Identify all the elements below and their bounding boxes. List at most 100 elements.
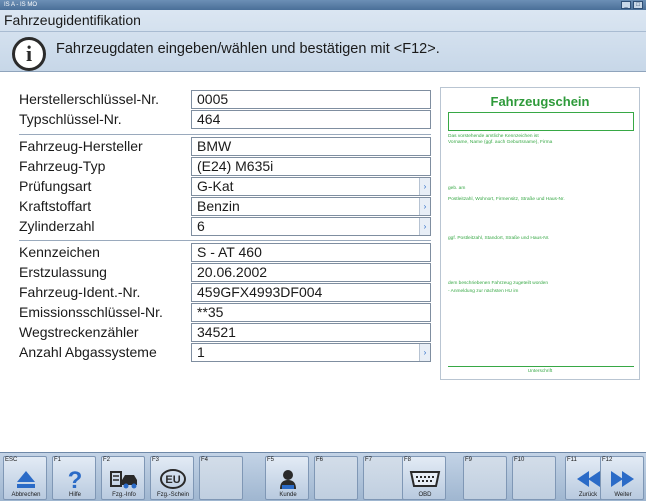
key-name: F6 — [316, 457, 324, 463]
instruction-message: Fahrzeugdaten eingeben/wählen und bestät… — [56, 41, 440, 57]
key-name: F8 — [404, 457, 412, 463]
input-typschlussel-nr[interactable]: 464 — [191, 110, 431, 129]
form-row-erstzulassung: Erstzulassung 20.06.2002 — [0, 263, 431, 283]
fkey-f2-fzg-info[interactable]: F2 Fzg.-Info — [101, 456, 145, 500]
field-label: Emissionsschlüssel-Nr. — [19, 304, 163, 320]
field-label: Typschlüssel-Nr. — [19, 111, 122, 127]
key-name: F2 — [103, 457, 111, 463]
window-title: IS A - IS MO — [4, 2, 38, 8]
signature-label: Unterschrift — [527, 369, 553, 374]
header-divider — [0, 31, 646, 32]
car-info-icon — [102, 467, 146, 491]
fkey-f8-obd[interactable]: F8 OBD — [402, 456, 446, 500]
fkey-f12-weiter[interactable]: F12 Weiter — [600, 456, 644, 500]
key-name: F10 — [514, 457, 525, 463]
forward-arrow-icon — [601, 467, 645, 491]
minimize-icon[interactable]: _ — [621, 1, 631, 9]
input-wegstreckenzahler[interactable]: 34521 — [191, 323, 431, 342]
fkey-esc-abbrechen[interactable]: ESC Abbrechen — [3, 456, 47, 500]
registration-number-box — [448, 112, 634, 131]
fkey-f9: F9 — [463, 456, 507, 500]
section-divider — [19, 134, 431, 135]
field-label: Fahrzeug-Ident.-Nr. — [19, 284, 141, 300]
field-value: 0005 — [197, 91, 229, 107]
select-kraftstoffart[interactable]: Benzin › — [191, 197, 431, 216]
key-label: Weiter — [614, 492, 632, 498]
screen-header: Fahrzeugidentifikation i Fahrzeugdaten e… — [0, 10, 646, 72]
dropdown-arrow-icon[interactable]: › — [419, 344, 430, 361]
page-title: Fahrzeugidentifikation — [4, 12, 141, 28]
dropdown-arrow-icon[interactable]: › — [419, 178, 430, 195]
key-name: F11 — [567, 457, 577, 463]
input-fahrzeug-typ[interactable]: (E24) M635i — [191, 157, 431, 176]
key-label: Fzg.-Schein — [156, 492, 189, 498]
customer-icon — [266, 467, 310, 491]
schein-text-line: geb. am — [448, 186, 466, 191]
fkey-f4: F4 — [199, 456, 243, 500]
input-fahrzeug-hersteller[interactable]: BMW — [191, 137, 431, 156]
field-value: 459GFX4993DF004 — [197, 284, 323, 300]
form-row-fahrzeug-hersteller: Fahrzeug-Hersteller BMW — [0, 137, 431, 157]
vehicle-form: Herstellerschlüssel-Nr. 0005 Typschlüssel-… — [0, 72, 431, 452]
field-value: Benzin — [197, 198, 240, 214]
field-value: BMW — [197, 138, 232, 154]
input-erstzulassung[interactable]: 20.06.2002 — [191, 263, 431, 282]
key-label: Hilfe — [68, 492, 81, 498]
key-name: ESC — [5, 457, 18, 463]
field-value: 1 — [197, 344, 205, 360]
select-zylinderzahl[interactable]: 6 › — [191, 217, 431, 236]
field-value: (E24) M635i — [197, 158, 274, 174]
field-label: Kennzeichen — [19, 244, 100, 260]
field-label: Herstellerschlüssel-Nr. — [19, 91, 160, 107]
schein-text-line: Postleitzahl, Wohnort, Firmensitz, Straß… — [448, 197, 565, 202]
field-value: 20.06.2002 — [197, 264, 268, 280]
svg-text:?: ? — [68, 467, 83, 491]
schein-text-line: Vorname, Name (ggf. auch Geburtsname), F… — [448, 140, 553, 145]
form-row-fahrzeug-typ: Fahrzeug-Typ (E24) M635i — [0, 157, 431, 177]
schein-text-line: - Anmeldung zur nächsten HU im — [448, 289, 519, 294]
form-row-prufungsart: Prüfungsart G-Kat › — [0, 177, 431, 197]
input-herstellerschlussel-nr[interactable]: 0005 — [191, 90, 431, 109]
fkey-f3-fzg-schein[interactable]: F3 EU Fzg.-Schein — [150, 456, 194, 500]
field-value: G-Kat — [197, 178, 234, 194]
form-row-zylinderzahl: Zylinderzahl 6 › — [0, 217, 431, 237]
field-label: Fahrzeug-Hersteller — [19, 138, 143, 154]
input-fahrzeug-ident-nr[interactable]: 459GFX4993DF004 — [191, 283, 431, 302]
field-value: 464 — [197, 111, 221, 127]
fkey-f6: F6 — [314, 456, 358, 500]
window-titlebar: IS A - IS MO _ □ — [0, 0, 646, 10]
field-label: Anzahl Abgassysteme — [19, 344, 157, 360]
registration-document-panel: Fahrzeugschein Das vorstehende amtliche … — [440, 87, 640, 380]
key-name: F3 — [152, 457, 160, 463]
field-value: **35 — [197, 304, 224, 320]
fkey-f1-hilfe[interactable]: F1? Hilfe — [52, 456, 96, 500]
select-anzahl-abgassysteme[interactable]: 1 › — [191, 343, 431, 362]
form-row-emissionsschlussel-nr: Emissionsschlüssel-Nr. **35 — [0, 303, 431, 323]
form-row-anzahl-abgassysteme: Anzahl Abgassysteme 1 › — [0, 343, 431, 363]
key-label: Abbrechen — [11, 492, 41, 498]
form-row-kennzeichen: Kennzeichen S - AT 460 — [0, 243, 431, 263]
field-value: 34521 — [197, 324, 236, 340]
obd-connector-icon — [403, 467, 447, 491]
select-prufungsart[interactable]: G-Kat › — [191, 177, 431, 196]
fkey-f5-kunde[interactable]: F5 Kunde — [265, 456, 309, 500]
key-name: F9 — [465, 457, 473, 463]
field-label: Fahrzeug-Typ — [19, 158, 106, 174]
info-icon: i — [12, 37, 46, 71]
field-value: S - AT 460 — [197, 244, 262, 260]
schein-title: Fahrzeugschein — [490, 94, 590, 109]
section-divider — [19, 240, 431, 241]
eject-icon — [4, 467, 48, 491]
maximize-icon[interactable]: □ — [633, 1, 643, 9]
input-emissionsschlussel-nr[interactable]: **35 — [191, 303, 431, 322]
dropdown-arrow-icon[interactable]: › — [419, 218, 430, 235]
dropdown-arrow-icon[interactable]: › — [419, 198, 430, 215]
input-kennzeichen[interactable]: S - AT 460 — [191, 243, 431, 262]
help-icon: ? — [53, 467, 97, 491]
key-name: F7 — [365, 457, 373, 463]
schein-text-line: ggf. Postleitzahl, Standort, Straße und … — [448, 236, 550, 241]
key-name: F12 — [602, 457, 613, 463]
field-label: Zylinderzahl — [19, 218, 95, 234]
key-label: Fzg.-Info — [112, 492, 136, 498]
form-row-fahrzeug-ident-nr: Fahrzeug-Ident.-Nr. 459GFX4993DF004 — [0, 283, 431, 303]
